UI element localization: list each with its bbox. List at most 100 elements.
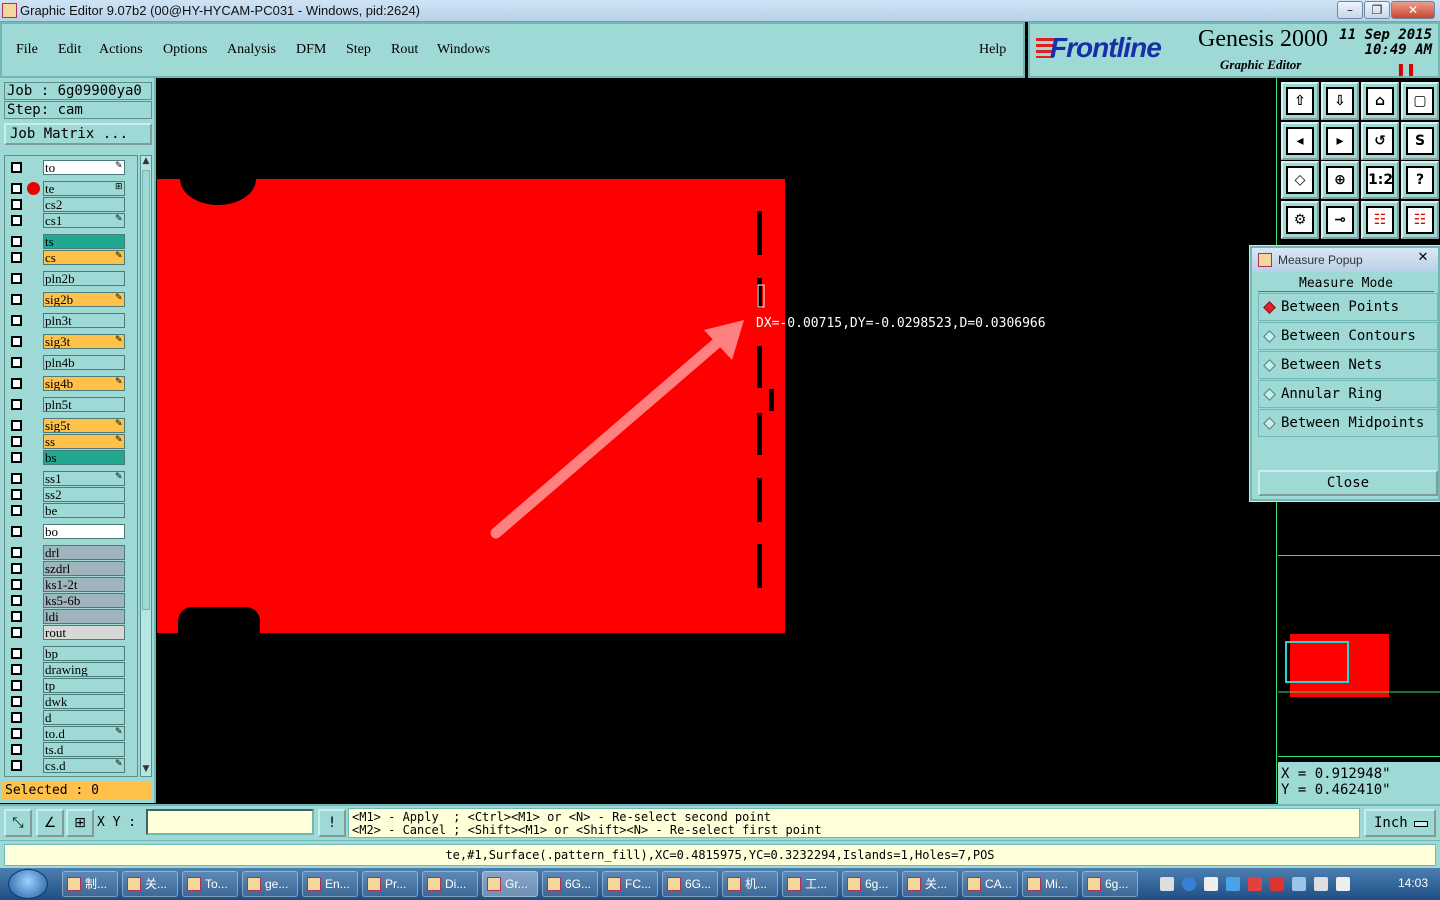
- layer-checkbox[interactable]: [11, 648, 22, 659]
- job-matrix-button[interactable]: Job Matrix ...: [4, 123, 152, 145]
- layer-name[interactable]: dwk: [43, 694, 125, 709]
- layer-name[interactable]: sig3t: [43, 334, 125, 349]
- layer-checkbox[interactable]: [11, 680, 22, 691]
- layer-row-drawing[interactable]: drawing: [7, 662, 137, 677]
- keyboard-icon[interactable]: [1160, 877, 1174, 891]
- layer-name[interactable]: d: [43, 710, 125, 725]
- menu-help[interactable]: Help: [979, 42, 1006, 58]
- layer-name[interactable]: ks1-2t: [43, 577, 125, 592]
- layer-name[interactable]: bp: [43, 646, 125, 661]
- snap-mode-icon[interactable]: ⤡: [4, 809, 32, 837]
- pcb-panel[interactable]: [157, 179, 785, 633]
- layer-name[interactable]: drawing: [43, 662, 125, 677]
- taskbar-task[interactable]: 机...: [722, 871, 778, 897]
- menu-rout[interactable]: Rout: [391, 42, 418, 58]
- layer-name[interactable]: ss: [43, 434, 125, 449]
- layer-checkbox[interactable]: [11, 252, 22, 263]
- layer-name[interactable]: rout: [43, 625, 125, 640]
- layer-row-to[interactable]: to ✎: [7, 160, 137, 175]
- app-tray-icon[interactable]: [1248, 877, 1262, 891]
- layer-checkbox[interactable]: [11, 489, 22, 500]
- layer-checkbox[interactable]: [11, 315, 22, 326]
- taskbar-task[interactable]: Mi...: [1022, 871, 1078, 897]
- measure-option-between-midpoints[interactable]: Between Midpoints: [1258, 409, 1438, 437]
- layer-name[interactable]: pln5t: [43, 397, 125, 412]
- popup-close-button[interactable]: Close: [1258, 470, 1438, 496]
- layer-row-to-d[interactable]: to.d ✎: [7, 726, 137, 741]
- measure-option-between-nets[interactable]: Between Nets: [1258, 351, 1438, 379]
- layer-name[interactable]: sig5t: [43, 418, 125, 433]
- popup-title[interactable]: Measure Popup: [1252, 248, 1438, 272]
- layer-checkbox[interactable]: [11, 162, 22, 173]
- layer-scrollbar[interactable]: ▲ ▼: [140, 155, 152, 777]
- layer-row-be[interactable]: be: [7, 503, 137, 518]
- layer-row-bs[interactable]: bs: [7, 450, 137, 465]
- layer-name[interactable]: cs.d: [43, 758, 125, 773]
- menu-step[interactable]: Step: [346, 42, 371, 58]
- layer-name[interactable]: be: [43, 503, 125, 518]
- layer-checkbox[interactable]: [11, 526, 22, 537]
- scroll-thumb[interactable]: [142, 170, 150, 610]
- layer-name[interactable]: ss2: [43, 487, 125, 502]
- layer-row-bo[interactable]: bo: [7, 524, 137, 539]
- layer-name[interactable]: ss1: [43, 471, 125, 486]
- layer-checkbox[interactable]: [11, 420, 22, 431]
- layer-checkbox[interactable]: [11, 595, 22, 606]
- xy-input[interactable]: [146, 809, 314, 835]
- minimize-button[interactable]: –: [1337, 1, 1363, 19]
- taskbar-task[interactable]: 6g...: [1082, 871, 1138, 897]
- scroll-up-icon[interactable]: ▲: [141, 156, 151, 168]
- flag-tray-icon[interactable]: [1314, 877, 1328, 891]
- taskbar-task[interactable]: 工...: [782, 871, 838, 897]
- menu-windows[interactable]: Windows: [437, 42, 490, 58]
- layer-row-ks1-2t[interactable]: ks1-2t: [7, 577, 137, 592]
- layer-name[interactable]: szdrl: [43, 561, 125, 576]
- home-button[interactable]: ⌂: [1361, 82, 1399, 120]
- angle-mode-icon[interactable]: ∠: [36, 809, 64, 837]
- layer-checkbox[interactable]: [11, 473, 22, 484]
- pan-right-button[interactable]: ▸: [1321, 122, 1359, 160]
- layer-checkbox[interactable]: [11, 215, 22, 226]
- layer-row-ss[interactable]: ss ✎: [7, 434, 137, 449]
- overview-map[interactable]: [1278, 555, 1440, 757]
- layer-checkbox[interactable]: [11, 712, 22, 723]
- layer-checkbox[interactable]: [11, 563, 22, 574]
- taskbar-task[interactable]: FC...: [602, 871, 658, 897]
- maximize-button[interactable]: ❐: [1364, 1, 1390, 19]
- undo-button[interactable]: ↺: [1361, 122, 1399, 160]
- layer-checkbox[interactable]: [11, 336, 22, 347]
- layer-name[interactable]: bs: [43, 450, 125, 465]
- save-button[interactable]: ⇩: [1321, 82, 1359, 120]
- close-window-button[interactable]: ✕: [1391, 1, 1435, 19]
- layer-name[interactable]: sig4b: [43, 376, 125, 391]
- pan-left-button[interactable]: ◂: [1281, 122, 1319, 160]
- layer-name[interactable]: to.d: [43, 726, 125, 741]
- measure-option-between-points[interactable]: Between Points: [1258, 293, 1438, 321]
- layer-row-ts-d[interactable]: ts.d: [7, 742, 137, 757]
- graphic-canvas[interactable]: DX=-0.00715,DY=-0.0298523,D=0.0306966: [156, 78, 1276, 803]
- layer-row-ts[interactable]: ts: [7, 234, 137, 249]
- layer-name[interactable]: pln2b: [43, 271, 125, 286]
- measure-option-between-contours[interactable]: Between Contours: [1258, 322, 1438, 350]
- taskbar-task[interactable]: To...: [182, 871, 238, 897]
- layer-name[interactable]: cs1: [43, 213, 125, 228]
- layer-checkbox[interactable]: [11, 399, 22, 410]
- layer-row-cs1[interactable]: cs1 ✎: [7, 213, 137, 228]
- layer-checkbox[interactable]: [11, 696, 22, 707]
- layer-row-te[interactable]: te ⊞: [7, 181, 137, 196]
- layer-name[interactable]: cs2: [43, 197, 125, 212]
- layer-checkbox[interactable]: [11, 728, 22, 739]
- window-button[interactable]: ▢: [1401, 82, 1439, 120]
- popup-close-icon[interactable]: ✕: [1414, 250, 1432, 266]
- layer-checkbox[interactable]: [11, 760, 22, 771]
- layer-row-sig4b[interactable]: sig4b ✎: [7, 376, 137, 391]
- layer-name[interactable]: to: [43, 160, 125, 175]
- layer-checkbox[interactable]: [11, 294, 22, 305]
- layer-name[interactable]: ks5-6b: [43, 593, 125, 608]
- layer-checkbox[interactable]: [11, 436, 22, 447]
- layer-name[interactable]: ldi: [43, 609, 125, 624]
- layer-row-cs-d[interactable]: cs.d ✎: [7, 758, 137, 773]
- layer-name[interactable]: ts.d: [43, 742, 125, 757]
- layer-name[interactable]: drl: [43, 545, 125, 560]
- measure-button[interactable]: ⊸: [1321, 201, 1359, 239]
